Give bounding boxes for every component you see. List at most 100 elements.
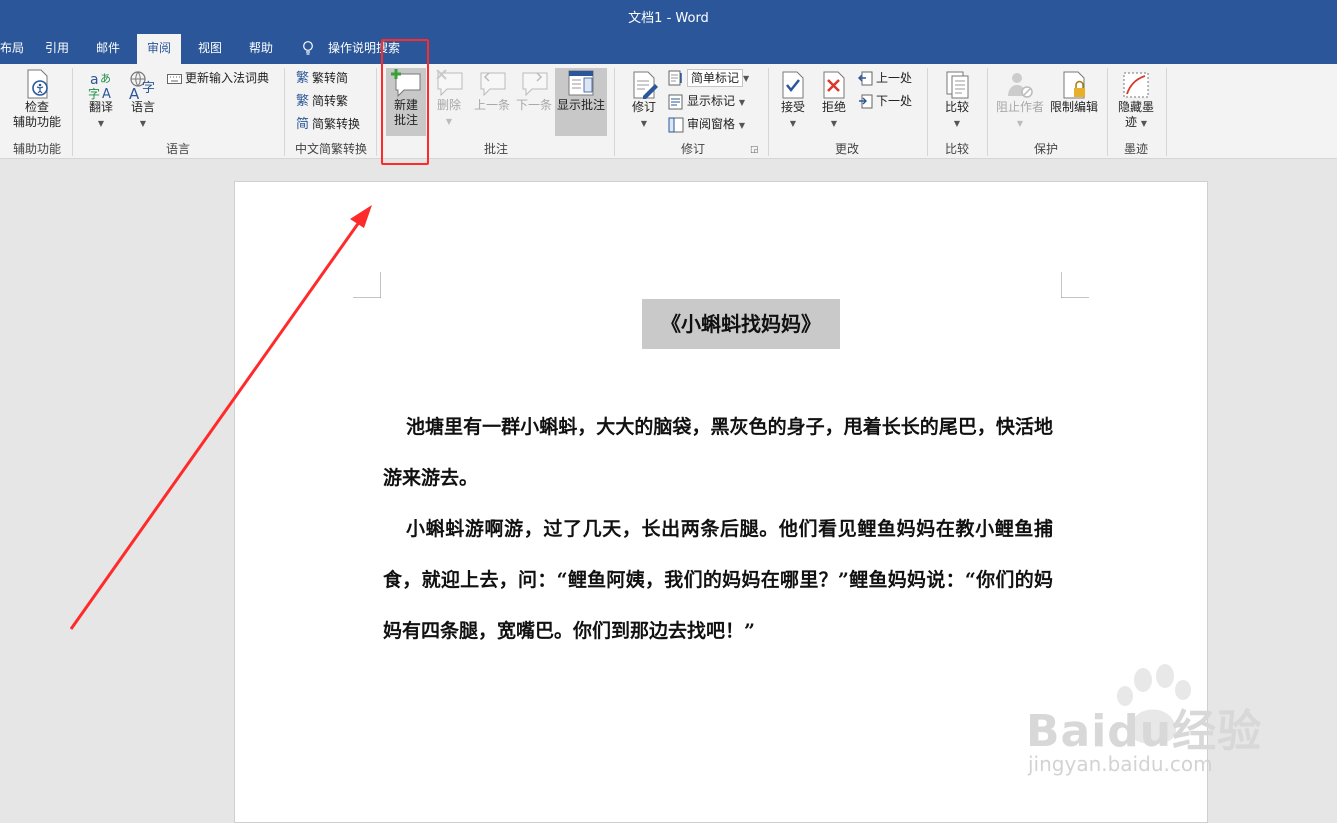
hide-ink-label: 隐藏墨 [1117, 100, 1154, 114]
next-change-label: 下一处 [876, 94, 913, 108]
lightbulb-icon [303, 41, 313, 55]
reject-button[interactable]: 拒绝 ▼ [815, 70, 853, 129]
update-ime-label: 更新输入法词典 [185, 71, 270, 85]
document-paragraph[interactable]: 小蝌蚪游啊游，过了几天，长出两条后腿。他们看见鲤鱼妈妈在教小鲤鱼捕食，就迎上去，… [383, 504, 1053, 657]
next-comment-button[interactable]: 下一条 [514, 68, 554, 113]
hide-ink-label-2: 迹 ▼ [1125, 115, 1147, 129]
chevron-down-icon: ▼ [445, 117, 453, 126]
delete-comment-button[interactable]: 删除 ▼ [430, 68, 468, 127]
accept-button[interactable]: 接受 ▼ [774, 70, 812, 129]
show-markup-button[interactable]: 显示标记 ▼ [668, 91, 745, 111]
watermark-url: jingyan.baidu.com [1028, 752, 1213, 776]
document-title[interactable]: 《小蝌蚪找妈妈》 [642, 299, 840, 349]
tab-references[interactable]: 引用 [35, 34, 79, 64]
group-divider [1107, 68, 1108, 156]
previous-comment-button[interactable]: 上一条 [470, 68, 514, 113]
group-label-protect: 保护 [1033, 142, 1058, 156]
tab-view[interactable]: 视图 [188, 34, 232, 64]
translate-button[interactable]: a あ 字 A 翻译 ▼ [82, 70, 120, 129]
restrict-editing-button[interactable]: 限制编辑 [1048, 70, 1100, 115]
document-paragraph[interactable]: 池塘里有一群小蝌蚪，大大的脑袋，黑灰色的身子，甩着长长的尾巴，快活地游来游去。 [383, 402, 1053, 504]
tracking-options-launcher[interactable]: ◲ [750, 140, 759, 160]
next-change-button[interactable]: 下一处 [858, 91, 912, 111]
block-authors-icon [1008, 73, 1033, 98]
svg-text:あ: あ [100, 72, 111, 85]
ribbon-tab-bar: 布局 引用 邮件 审阅 视图 帮助 操作说明搜索 [0, 34, 1337, 64]
group-label-changes: 更改 [834, 142, 859, 156]
accept-icon [782, 71, 804, 99]
traditional-to-simplified-button[interactable]: 繁繁转简 [296, 68, 348, 88]
accept-label: 接受 [780, 100, 805, 114]
to-simplified-label: 繁转简 [312, 71, 349, 85]
previous-change-label: 上一处 [876, 71, 913, 85]
chevron-down-icon: ▼ [1016, 119, 1024, 128]
chevron-down-icon: ▼ [743, 74, 750, 83]
hide-ink-button[interactable]: 隐藏墨 迹 ▼ [1114, 70, 1158, 131]
reviewing-pane-label: 审阅窗格 [687, 117, 736, 131]
group-divider [1166, 68, 1167, 156]
chevron-down-icon: ▼ [139, 119, 147, 128]
svg-text:a: a [90, 72, 99, 88]
group-label-compare: 比较 [944, 142, 969, 156]
chevron-down-icon: ▼ [97, 119, 105, 128]
next-comment-icon [522, 72, 548, 97]
group-divider [614, 68, 615, 156]
check-label: 检查 [24, 100, 49, 114]
delete-comment-icon [436, 69, 463, 97]
track-changes-label: 修订 [631, 100, 656, 114]
tab-help[interactable]: 帮助 [239, 34, 283, 64]
update-ime-dictionary-button[interactable]: 更新输入法词典 [167, 68, 269, 88]
group-label-chinese-conversion: 中文简繁转换 [294, 142, 367, 156]
language-icon: A 字 [129, 71, 155, 100]
reviewing-pane-icon [668, 117, 684, 132]
translate-label: 翻译 [88, 100, 113, 114]
markup-dropdown-value: 简单标记 [687, 68, 744, 87]
group-divider [72, 68, 73, 156]
language-button[interactable]: A 字 语言 ▼ [124, 70, 162, 129]
check-accessibility-button[interactable]: 检查 辅助功能 [8, 68, 66, 130]
keyboard-icon [167, 73, 182, 84]
show-comments-button[interactable]: 显示批注 [555, 68, 607, 136]
show-comments-label: 显示批注 [556, 98, 605, 112]
svg-text:A: A [102, 87, 111, 100]
group-divider [376, 68, 377, 156]
lock-document-icon [1063, 71, 1085, 99]
convert-char-icon: 简 [296, 116, 310, 132]
group-label-accessibility: 辅助功能 [12, 142, 61, 156]
language-label: 语言 [130, 100, 155, 114]
show-markup-icon [668, 94, 683, 109]
chevron-down-icon: ▼ [789, 119, 797, 128]
tab-mailings[interactable]: 邮件 [86, 34, 130, 64]
compare-icon [946, 71, 969, 99]
tab-review[interactable]: 审阅 [137, 34, 182, 64]
group-label-tracking: 修订 [680, 142, 705, 156]
compare-label: 比较 [944, 100, 969, 114]
previous-change-button[interactable]: 上一处 [858, 68, 912, 88]
dialog-launcher-icon: ◲ [750, 145, 759, 155]
simplified-char-icon: 繁 [296, 93, 310, 109]
reject-icon [823, 71, 845, 99]
convert-label: 简繁转换 [312, 117, 361, 131]
watermark-brand: Baidu经验 [1026, 706, 1263, 757]
chevron-down-icon: ▼ [738, 98, 745, 107]
next-change-icon [859, 94, 873, 109]
markup-select[interactable]: 简单标记 ▼ [668, 67, 749, 87]
chevron-down-icon: ▼ [830, 119, 838, 128]
chevron-down-icon: ▼ [953, 119, 961, 128]
reviewing-pane-button[interactable]: 审阅窗格 ▼ [668, 114, 745, 134]
chevron-down-icon: ▼ [738, 121, 745, 130]
track-changes-button[interactable]: 修订 ▼ [624, 70, 664, 129]
svg-text:字: 字 [142, 81, 155, 96]
restrict-editing-label: 限制编辑 [1049, 100, 1098, 114]
accessibility-check-icon [27, 69, 48, 99]
title-bar: 文档1 - Word [0, 0, 1337, 34]
block-authors-button[interactable]: 阻止作者 ▼ [994, 70, 1046, 129]
svg-text:A: A [129, 85, 140, 100]
tab-layout[interactable]: 布局 [0, 34, 34, 64]
ribbon: 检查 辅助功能 辅助功能 a あ 字 A 翻译 ▼ A 字 语言 ▼ 更新输入法… [0, 64, 1337, 159]
simplified-to-traditional-button[interactable]: 繁简转繁 [296, 91, 348, 111]
delete-label: 删除 [436, 98, 461, 112]
chinese-conversion-button[interactable]: 简简繁转换 [296, 114, 360, 134]
compare-button[interactable]: 比较 ▼ [936, 70, 978, 129]
track-changes-icon [633, 71, 658, 99]
